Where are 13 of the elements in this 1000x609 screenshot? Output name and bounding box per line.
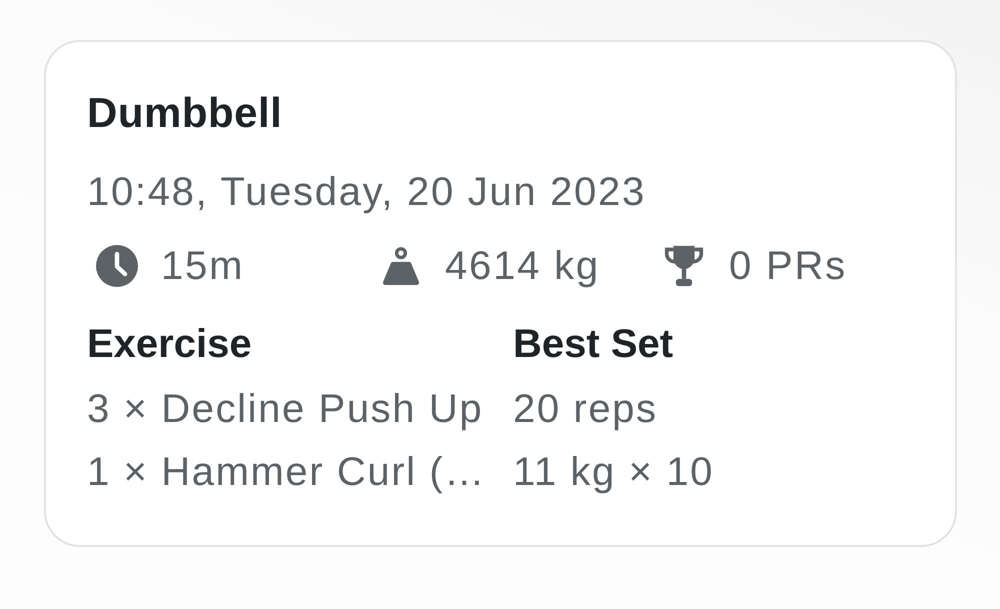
stat-value: 15m [161, 243, 244, 290]
column-header: Best Set [513, 321, 674, 368]
table-cell-text: 3 × Decline Push Up [87, 386, 484, 433]
table-cell-text: 11 kg × 10 [513, 449, 714, 496]
stat-value: 0 PRs [729, 243, 847, 290]
workout-date: 10:48, Tuesday, 20 Jun 2023 [87, 169, 646, 216]
workout-title: Dumbbell [87, 88, 282, 138]
table-cell-text: 1 × Hammer Curl (… [87, 449, 486, 496]
column-header: Exercise [87, 321, 252, 368]
clock-icon [96, 245, 138, 287]
trophy-icon [662, 244, 706, 288]
table-cell-text: 20 reps [513, 386, 658, 433]
stat-value: 4614 kg [445, 243, 600, 290]
